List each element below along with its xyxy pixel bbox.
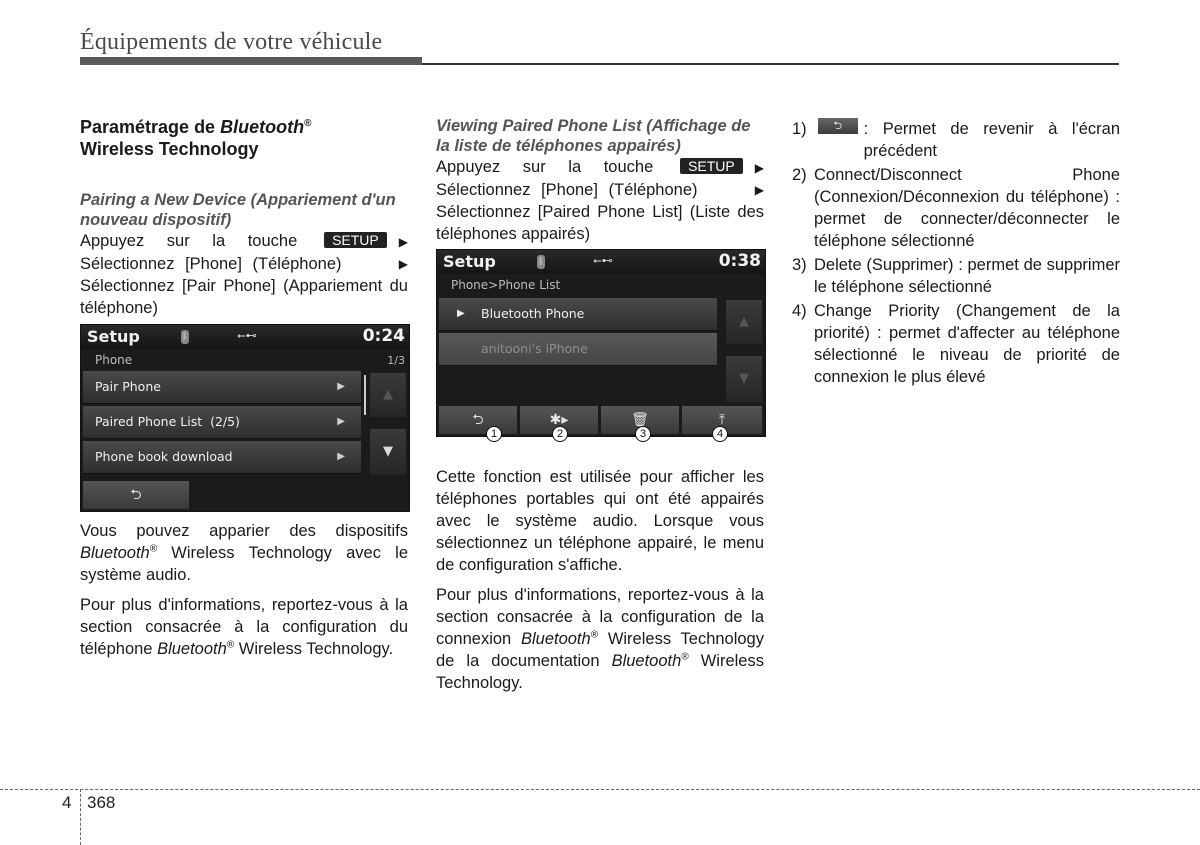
- column-1-body: Vous pouvez apparier des dispositifs Blu…: [80, 520, 408, 660]
- chapter-number: 4: [62, 793, 72, 812]
- callout-row: 1 2 3 4: [436, 426, 764, 444]
- paragraph: Vous pouvez apparier des dispositifs Blu…: [80, 522, 408, 584]
- screen-breadcrumb: Phone>Phone List: [451, 278, 561, 292]
- paragraph: Pour plus d'informations, reportez-vous …: [80, 596, 408, 658]
- column-3: 1) ⮌ : Permet de revenir à l'écran précé…: [792, 118, 1120, 390]
- paragraph: Pour plus d'informations, reportez-vous …: [436, 586, 764, 692]
- setup-key-badge: SETUP: [324, 232, 387, 248]
- callout-4: 4: [712, 426, 728, 442]
- column-2-body: Cette fonction est utilisée pour affiche…: [436, 466, 764, 694]
- header-rule: [422, 63, 1119, 65]
- screen-title: Setup: [443, 252, 496, 271]
- screen-subtitle: Phone: [95, 353, 133, 367]
- arrow-icon: ▶: [398, 235, 408, 249]
- usb-icon: ⭠⊷: [237, 329, 257, 342]
- legend-item-3: 3) Delete (Supprimer) : permet de suppri…: [792, 256, 1120, 296]
- back-icon: ⮌: [818, 118, 858, 134]
- legend-item-1: 1) ⮌ : Permet de revenir à l'écran précé…: [792, 118, 1120, 160]
- scrollbar-thumb[interactable]: [364, 375, 366, 415]
- header-bar: [80, 57, 422, 65]
- screen-clock: 0:38: [718, 251, 761, 271]
- step-3: Sélectionnez [Paired Phone List] (Liste …: [436, 203, 764, 243]
- section-heading: Paramétrage de Bluetooth® Wireless Techn…: [80, 117, 312, 159]
- arrow-icon: ▶: [754, 161, 764, 175]
- bluetooth-icon: ᛒ: [537, 255, 545, 269]
- step-2: Sélectionnez [Phone] (Téléphone) ▶: [80, 255, 408, 273]
- arrow-down-icon: ▼: [739, 371, 749, 386]
- screen-page-indicator: 1/3: [387, 354, 405, 367]
- subheading-paired-list: Viewing Paired Phone List (Affichage de …: [436, 117, 751, 155]
- selected-marker-icon: ▶: [457, 308, 465, 319]
- arrow-up-icon: ▲: [739, 314, 749, 329]
- phone-list-item[interactable]: ▶ Bluetooth Phone: [439, 298, 717, 331]
- back-icon: ⮌: [130, 487, 142, 503]
- phone-list-screen: Setup ᛒ ⭠⊷ 0:38 Phone>Phone List ▶ Bluet…: [436, 249, 766, 437]
- back-button[interactable]: ⮌: [83, 481, 189, 509]
- step-3: Sélectionnez [Pair Phone] (Appariement d…: [80, 277, 408, 317]
- arrow-up-icon: ▲: [383, 387, 393, 402]
- chevron-right-icon: ▶: [337, 416, 345, 427]
- callout-3: 3: [635, 426, 651, 442]
- scroll-down-button[interactable]: ▼: [726, 356, 762, 402]
- callout-2: 2: [552, 426, 568, 442]
- footer-rule: [0, 789, 1200, 790]
- step-1: Appuyez sur la touche SETUP ▶: [80, 232, 408, 250]
- legend-item-4: 4) Change Priority (Changement de la pri…: [792, 302, 1120, 386]
- bluetooth-icon: ᛒ: [181, 330, 189, 344]
- menu-item-pair-phone[interactable]: Pair Phone ▶: [83, 371, 361, 404]
- setup-phone-screen: Setup ᛒ ⭠⊷ 0:24 Phone 1/3 Pair Phone ▶ P…: [80, 324, 410, 512]
- step-1: Appuyez sur la touche SETUP ▶: [436, 158, 764, 176]
- scroll-up-button[interactable]: ▲: [370, 373, 406, 417]
- column-1: Paramétrage de Bluetooth® Wireless Techn…: [80, 116, 408, 319]
- setup-key-badge: SETUP: [680, 158, 743, 174]
- chevron-right-icon: ▶: [337, 381, 345, 392]
- arrow-icon: ▶: [754, 183, 764, 197]
- menu-item-phone-book-download[interactable]: Phone book download ▶: [83, 441, 361, 474]
- phone-list-item[interactable]: anitooni's iPhone: [439, 333, 717, 366]
- screen-title: Setup: [87, 327, 140, 346]
- screen-clock: 0:24: [362, 326, 405, 346]
- usb-icon: ⭠⊷: [593, 254, 613, 267]
- chapter-title: Équipements de votre véhicule: [80, 29, 383, 55]
- callout-1: 1: [486, 426, 502, 442]
- step-2: Sélectionnez [Phone] (Téléphone) ▶: [436, 181, 764, 199]
- column-2: Viewing Paired Phone List (Affichage de …: [436, 116, 764, 245]
- arrow-down-icon: ▼: [383, 444, 393, 459]
- chevron-right-icon: ▶: [337, 451, 345, 462]
- scroll-up-button[interactable]: ▲: [726, 300, 762, 344]
- footer-divider: [80, 789, 81, 845]
- legend-item-2: 2) Connect/Disconnect Phone (Connexion/D…: [792, 166, 1120, 250]
- arrow-icon: ▶: [398, 257, 408, 271]
- page-number: 368: [87, 793, 116, 812]
- paragraph: Cette fonction est utilisée pour affiche…: [436, 468, 764, 574]
- subheading-pairing: Pairing a New Device (Appariement d'un n…: [80, 191, 396, 229]
- menu-item-paired-phone-list[interactable]: Paired Phone List (2/5) ▶: [83, 406, 361, 439]
- scroll-down-button[interactable]: ▼: [370, 429, 406, 475]
